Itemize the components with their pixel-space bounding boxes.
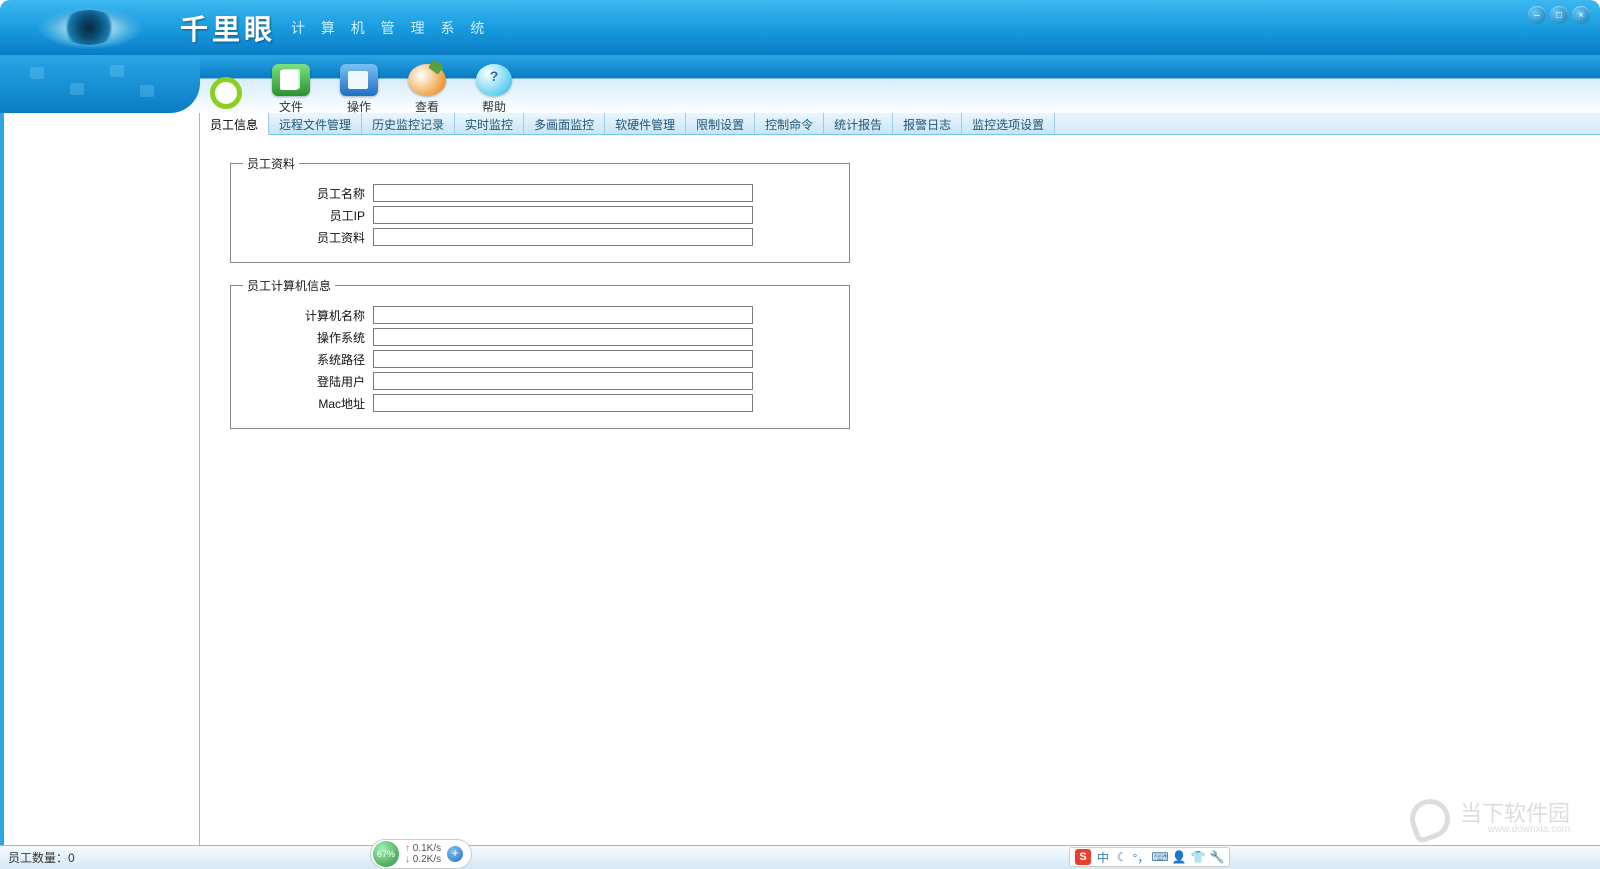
operate-icon	[340, 64, 378, 96]
label-pc-name: 计算机名称	[243, 307, 373, 324]
network-usage-pct: 67%	[373, 841, 399, 867]
maximize-button[interactable]: □	[1550, 6, 1568, 24]
tab-restrict-settings[interactable]: 限制设置	[686, 113, 755, 134]
network-up: 0.1K/s	[405, 843, 441, 854]
body: 员工信息 远程文件管理 历史监控记录 实时监控 多画面监控 软硬件管理 限制设置…	[0, 113, 1600, 845]
app-header: 千里眼 计 算 机 管 理 系 统 – □ ×	[0, 0, 1600, 55]
tab-alarm-log[interactable]: 报警日志	[893, 113, 962, 134]
menu-help-label: 帮助	[482, 98, 506, 115]
ime-moon-icon[interactable]: ☾	[1115, 850, 1129, 864]
tab-content: 员工资料 员工名称 员工IP 员工资料 员工计算机信息 计算机名称	[200, 135, 1600, 463]
main-panel: 员工信息 远程文件管理 历史监控记录 实时监控 多画面监控 软硬件管理 限制设置…	[200, 113, 1600, 845]
input-mac[interactable]	[373, 394, 753, 412]
menu-view-label: 查看	[415, 98, 439, 115]
ime-user-icon[interactable]: 👤	[1172, 850, 1186, 864]
menu-operate-label: 操作	[347, 98, 371, 115]
network-meter[interactable]: 67% 0.1K/s 0.2K/s +	[370, 839, 472, 869]
status-employee-count-value: 0	[68, 851, 75, 865]
minimize-button[interactable]: –	[1528, 6, 1546, 24]
menu-view[interactable]: 查看	[408, 64, 446, 115]
ime-keyboard-icon[interactable]: ⌨	[1153, 850, 1167, 864]
network-expand-icon[interactable]: +	[447, 846, 463, 862]
tab-hw-sw-manage[interactable]: 软硬件管理	[605, 113, 686, 134]
window-controls: – □ ×	[1528, 6, 1590, 24]
label-employee-data: 员工资料	[243, 229, 373, 246]
label-mac: Mac地址	[243, 395, 373, 412]
close-button[interactable]: ×	[1572, 6, 1590, 24]
tab-realtime-monitor[interactable]: 实时监控	[455, 113, 524, 134]
status-employee-count: 员工数量： 0	[8, 849, 75, 866]
view-icon	[408, 64, 446, 96]
tab-history-monitor[interactable]: 历史监控记录	[362, 113, 455, 134]
label-sys-path: 系统路径	[243, 351, 373, 368]
header-left-texture	[0, 55, 200, 113]
start-circle-icon[interactable]	[210, 77, 242, 109]
menu-operate[interactable]: 操作	[340, 64, 378, 115]
ime-sogou-icon[interactable]: S	[1075, 849, 1091, 865]
tab-control-cmd[interactable]: 控制命令	[755, 113, 824, 134]
label-employee-name: 员工名称	[243, 185, 373, 202]
input-login-user[interactable]	[373, 372, 753, 390]
menu-help[interactable]: 帮助	[476, 64, 512, 115]
network-down: 0.2K/s	[405, 854, 441, 865]
group-employee-data: 员工资料 员工名称 员工IP 员工资料	[230, 155, 850, 263]
toolbar: 文件 操作 查看 帮助	[0, 55, 1600, 113]
input-employee-data[interactable]	[373, 228, 753, 246]
tab-stat-report[interactable]: 统计报告	[824, 113, 893, 134]
group-employee-data-legend: 员工资料	[243, 155, 299, 172]
label-os: 操作系统	[243, 329, 373, 346]
input-employee-name[interactable]	[373, 184, 753, 202]
status-employee-count-label: 员工数量：	[8, 849, 68, 866]
eye-logo-graphic	[10, 0, 210, 55]
group-computer-info-legend: 员工计算机信息	[243, 277, 335, 294]
tab-multi-screen[interactable]: 多画面监控	[524, 113, 605, 134]
tab-monitor-options[interactable]: 监控选项设置	[962, 113, 1055, 134]
help-icon	[476, 64, 512, 96]
menu-file[interactable]: 文件	[272, 64, 310, 115]
group-computer-info: 员工计算机信息 计算机名称 操作系统 系统路径 登陆用户	[230, 277, 850, 429]
label-login-user: 登陆用户	[243, 373, 373, 390]
input-employee-ip[interactable]	[373, 206, 753, 224]
tab-bar: 员工信息 远程文件管理 历史监控记录 实时监控 多画面监控 软硬件管理 限制设置…	[200, 113, 1600, 135]
menu-file-label: 文件	[279, 98, 303, 115]
ime-settings-icon[interactable]: 🔧	[1210, 850, 1224, 864]
file-icon	[272, 64, 310, 96]
network-speeds: 0.1K/s 0.2K/s	[405, 843, 441, 865]
tab-employee-info[interactable]: 员工信息	[200, 113, 269, 135]
tab-remote-files[interactable]: 远程文件管理	[269, 113, 362, 134]
ime-lang[interactable]: 中	[1096, 850, 1110, 864]
status-bar: 员工数量： 0	[0, 845, 1600, 869]
app-subtitle: 计 算 机 管 理 系 统	[291, 18, 490, 38]
main-menu: 文件 操作 查看 帮助	[200, 55, 512, 113]
label-employee-ip: 员工IP	[243, 207, 373, 224]
ime-skin-icon[interactable]: 👕	[1191, 850, 1205, 864]
input-pc-name[interactable]	[373, 306, 753, 324]
input-sys-path[interactable]	[373, 350, 753, 368]
ime-toolbar[interactable]: S 中 ☾ °， ⌨ 👤 👕 🔧	[1069, 847, 1230, 867]
input-os[interactable]	[373, 328, 753, 346]
sidebar-tree[interactable]	[0, 113, 200, 845]
ime-punct-icon[interactable]: °，	[1134, 850, 1148, 864]
